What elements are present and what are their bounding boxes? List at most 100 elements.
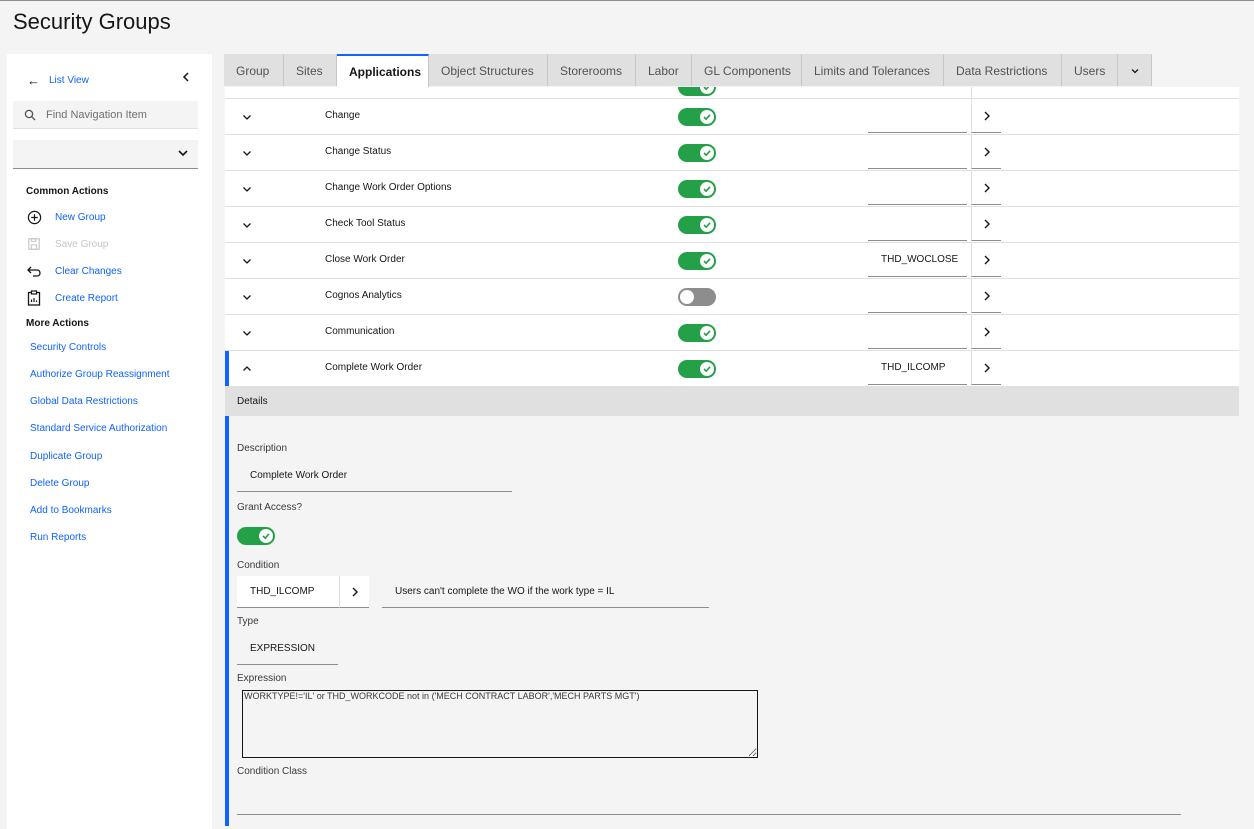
tab-sites[interactable]: Sites (284, 54, 337, 86)
condition-field[interactable] (868, 135, 967, 169)
chevron-right-icon[interactable] (971, 171, 1001, 205)
chevron-right-icon[interactable] (971, 315, 1001, 349)
chevron-down-icon[interactable] (241, 146, 253, 158)
chevron-right-icon[interactable] (971, 279, 1001, 313)
grant-access-toggle[interactable] (678, 144, 716, 162)
grant-access-toggle[interactable] (237, 527, 275, 545)
condition-field[interactable] (868, 171, 967, 205)
chevron-right-icon[interactable] (971, 99, 1001, 133)
add-to-bookmarks-link[interactable]: Add to Bookmarks (30, 505, 112, 516)
condition-field[interactable]: THD_ILCOMP (237, 576, 339, 608)
grant-access-label: Grant Access? (237, 502, 303, 513)
navigation-select[interactable] (13, 140, 198, 169)
tab-limits-and-tolerances[interactable]: Limits and Tolerances (802, 54, 944, 86)
collapse-sidebar-button[interactable] (180, 70, 192, 88)
undo-icon (26, 263, 42, 279)
condition-field[interactable] (868, 207, 967, 241)
save-icon (26, 236, 42, 252)
table-row: Change Status (225, 135, 1239, 171)
grant-access-toggle[interactable] (678, 108, 716, 126)
condition-class-field[interactable] (237, 782, 1181, 815)
application-name: Change Status (325, 146, 392, 157)
clear-changes-action[interactable]: Clear Changes (26, 263, 122, 279)
duplicate-group-link[interactable]: Duplicate Group (30, 451, 102, 462)
application-name: Communication (325, 326, 395, 337)
condition-lookup-button[interactable] (971, 87, 1001, 98)
create-report-action[interactable]: Create Report (26, 290, 118, 306)
application-name: Cognos Analytics (325, 290, 402, 301)
grant-access-toggle[interactable] (678, 252, 716, 270)
chevron-down-icon[interactable] (241, 326, 253, 338)
save-group-action[interactable]: Save Group (26, 236, 108, 252)
search-icon (24, 109, 38, 121)
condition-field[interactable] (868, 87, 967, 98)
chevron-right-icon[interactable] (971, 351, 1001, 385)
tab-labor[interactable]: Labor (636, 54, 692, 86)
chevron-down-icon[interactable] (241, 218, 253, 230)
chevron-right-icon[interactable] (339, 576, 369, 608)
application-name: Change (325, 110, 361, 121)
chevron-right-icon[interactable] (971, 243, 1001, 277)
authorize-group-reassignment-link[interactable]: Authorize Group Reassignment (30, 369, 170, 380)
more-tabs-button[interactable] (1118, 54, 1152, 86)
type-field: EXPRESSION (237, 632, 338, 665)
chevron-down-icon[interactable] (241, 290, 253, 302)
report-icon (26, 290, 42, 306)
list-view-link[interactable]: ← List View (27, 73, 89, 88)
table-row: Communication (225, 315, 1239, 351)
grant-access-toggle[interactable] (678, 180, 716, 198)
tab-object-structures[interactable]: Object Structures (429, 54, 548, 86)
standard-service-authorization-link[interactable]: Standard Service Authorization (30, 423, 167, 434)
search-input[interactable] (44, 107, 198, 122)
description-field[interactable]: Complete Work Order (237, 460, 512, 492)
table-row: Cognos Analytics (225, 279, 1239, 315)
global-data-restrictions-link[interactable]: Global Data Restrictions (30, 396, 138, 407)
condition-field[interactable]: THD_ILCOMP (868, 351, 967, 385)
tab-gl-components[interactable]: GL Components (692, 54, 802, 86)
application-name: Complete Work Order (325, 362, 423, 373)
grant-access-toggle[interactable] (678, 87, 716, 96)
page-title: Security Groups (13, 9, 171, 34)
list-view-label: List View (49, 75, 89, 86)
grant-access-toggle[interactable] (678, 360, 716, 378)
details-panel: Description Complete Work Order Grant Ac… (225, 416, 1239, 826)
delete-group-link[interactable]: Delete Group (30, 478, 89, 489)
chevron-down-icon (1131, 68, 1138, 73)
chevron-down-icon[interactable] (241, 182, 253, 194)
condition-field[interactable] (868, 279, 967, 313)
checkmark-icon (700, 87, 714, 94)
chevron-right-icon[interactable] (971, 207, 1001, 241)
chevron-down-icon[interactable] (241, 254, 253, 266)
chevron-right-icon[interactable] (971, 135, 1001, 169)
chevron-up-icon[interactable] (241, 362, 253, 374)
checkmark-icon (700, 182, 714, 196)
checkmark-icon (700, 362, 714, 376)
chevron-down-icon (176, 146, 190, 165)
tab-users[interactable]: Users (1062, 54, 1118, 86)
expression-textarea[interactable]: WORKTYPE!='IL' or THD_WORKCODE not in ('… (242, 690, 758, 758)
tab-applications[interactable]: Applications (337, 54, 429, 87)
grant-access-toggle[interactable] (678, 324, 716, 342)
run-reports-link[interactable]: Run Reports (30, 532, 86, 543)
tab-data-restrictions[interactable]: Data Restrictions (944, 54, 1062, 86)
type-label: Type (237, 616, 259, 627)
more-actions-title: More Actions (26, 318, 89, 329)
application-name: Check Tool Status (325, 218, 406, 229)
checkmark-icon (700, 146, 714, 160)
condition-field[interactable] (868, 99, 967, 133)
tab-storerooms[interactable]: Storerooms (548, 54, 636, 86)
clear-changes-label: Clear Changes (55, 265, 122, 277)
checkmark-icon (259, 529, 273, 543)
condition-field[interactable] (868, 315, 967, 349)
chevron-down-icon[interactable] (241, 110, 253, 122)
grant-access-toggle[interactable] (678, 216, 716, 234)
grant-access-toggle[interactable] (678, 288, 716, 306)
new-group-action[interactable]: New Group (26, 209, 106, 225)
tab-group[interactable]: Group (224, 54, 284, 86)
table-row: Change (225, 99, 1239, 135)
security-controls-link[interactable]: Security Controls (30, 342, 106, 353)
applications-list: Change Change Status Change Work Order O… (225, 87, 1239, 387)
tab-bar: Group Sites Applications Object Structur… (224, 54, 1152, 87)
create-report-label: Create Report (55, 292, 118, 304)
condition-field[interactable]: THD_WOCLOSE (868, 243, 967, 277)
